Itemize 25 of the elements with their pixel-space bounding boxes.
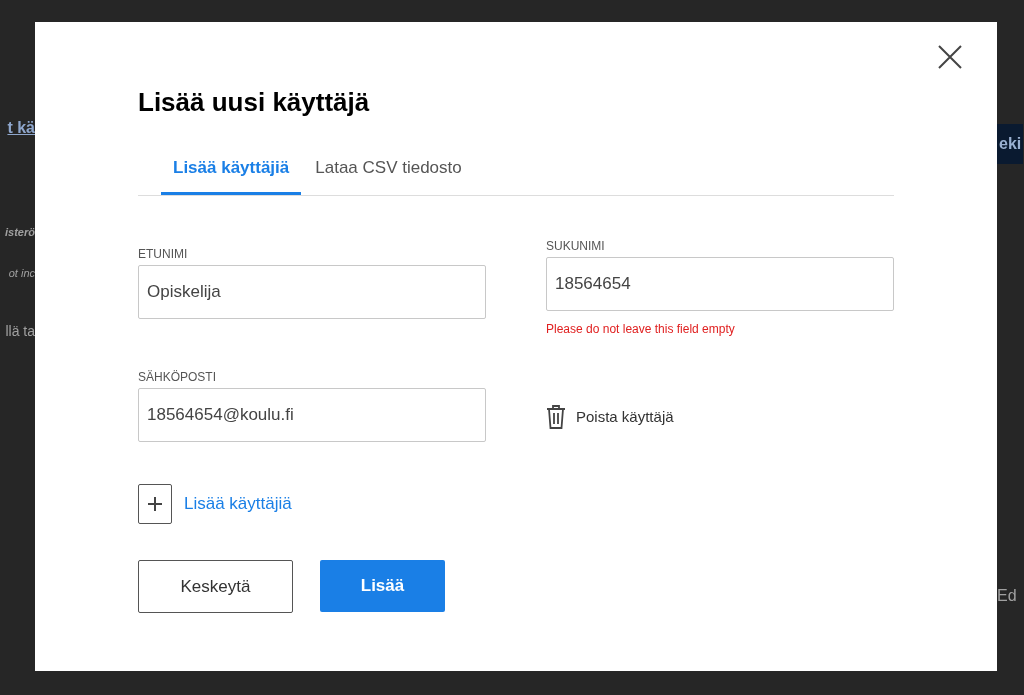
add-users-link[interactable]: Lisää käyttäjiä xyxy=(184,491,292,517)
cancel-button[interactable]: Keskeytä xyxy=(138,560,293,613)
first-name-field[interactable]: Opiskelija xyxy=(138,265,486,319)
field-label: SUKUNIMI xyxy=(546,240,606,252)
tab[interactable]: Lisää käyttäjiä xyxy=(161,154,302,195)
last-name-field[interactable]: 18564654 xyxy=(546,257,894,311)
field-label: ETUNIMI xyxy=(138,248,189,260)
background-text: llä ta xyxy=(5,322,35,341)
background-text: ot inc xyxy=(8,265,35,281)
background-text: isterö xyxy=(5,225,35,240)
close-icon xyxy=(937,44,963,70)
background-text: t kä xyxy=(7,118,35,138)
plus-icon xyxy=(148,497,162,511)
background-text: eki xyxy=(997,124,1024,164)
close-button[interactable] xyxy=(937,44,963,70)
field-label: SÄHKÖPOSTI xyxy=(138,371,218,383)
trash-icon xyxy=(546,404,566,430)
add-square-button[interactable] xyxy=(138,484,172,524)
email-field[interactable]: 18564654@koulu.fi xyxy=(138,388,486,442)
remove-user-button[interactable]: Poista käyttäjä xyxy=(546,404,894,430)
tab[interactable]: Lataa CSV tiedosto xyxy=(303,154,474,195)
submit-button[interactable]: Lisää xyxy=(320,560,445,612)
background-text: Ed xyxy=(997,586,1017,606)
dialog-title: Lisää uusi käyttäjä xyxy=(138,86,371,119)
error-message: Please do not leave this field empty xyxy=(546,321,736,338)
